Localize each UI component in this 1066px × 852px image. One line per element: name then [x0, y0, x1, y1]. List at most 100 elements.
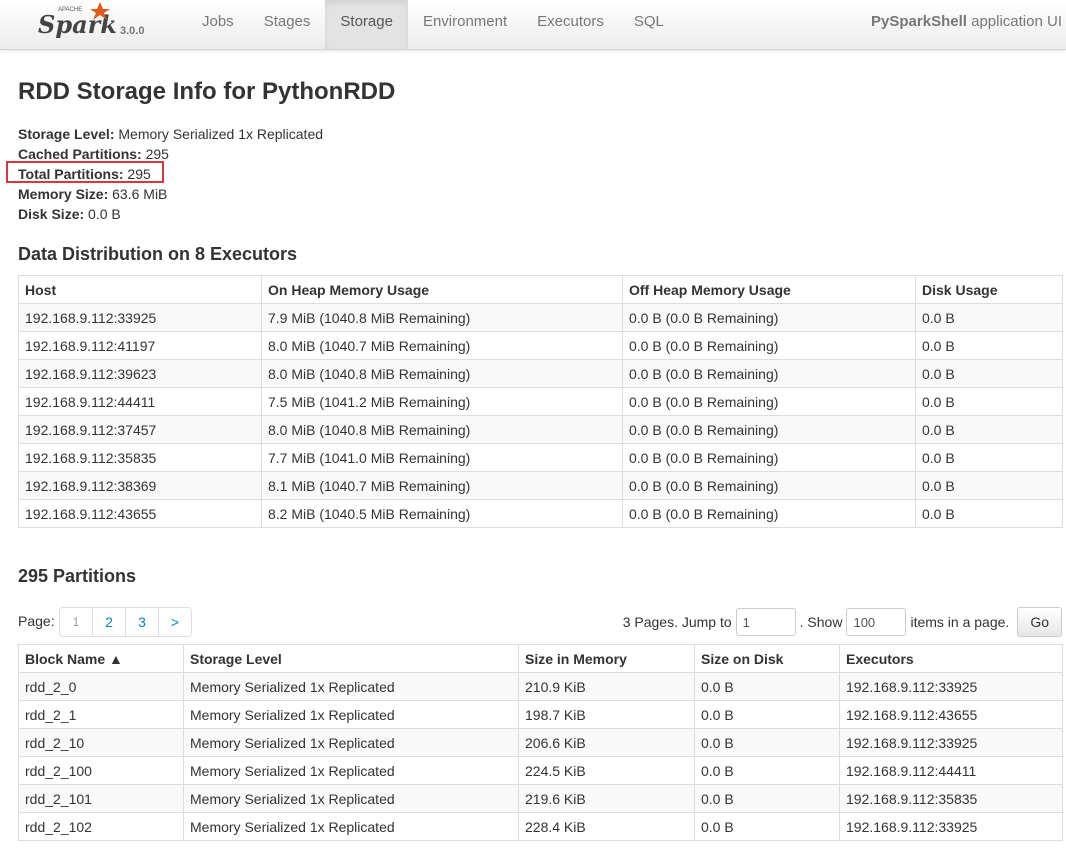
- cell-size-in-memory: 210.9 KiB: [518, 672, 695, 701]
- cell-host: 192.168.9.112:44411: [18, 387, 262, 416]
- cell-size-on-disk: 0.0 B: [694, 700, 840, 729]
- cell-disk-usage: 0.0 B: [915, 443, 1063, 472]
- cell-off-heap: 0.0 B (0.0 B Remaining): [622, 331, 916, 360]
- table-row: rdd_2_1 Memory Serialized 1x Replicated 19…: [18, 700, 1063, 729]
- col-host[interactable]: Host: [18, 275, 262, 304]
- cell-off-heap: 0.0 B (0.0 B Remaining): [622, 443, 916, 472]
- col-on-heap[interactable]: On Heap Memory Usage: [261, 275, 623, 304]
- cell-disk-usage: 0.0 B: [915, 415, 1063, 444]
- cell-block-name: rdd_2_102: [18, 812, 184, 841]
- spark-logo[interactable]: APACHE Spark 3.0.0: [36, 0, 156, 48]
- distribution-body: 192.168.9.112:33925 7.9 MiB (1040.8 MiB R…: [18, 303, 1063, 528]
- cell-disk-usage: 0.0 B: [915, 359, 1063, 388]
- summary-label: Storage Level:: [18, 126, 115, 142]
- cell-block-name: rdd_2_0: [18, 672, 184, 701]
- cell-host: 192.168.9.112:43655: [18, 499, 262, 528]
- cell-storage-level: Memory Serialized 1x Replicated: [183, 784, 519, 813]
- summary-storage-level: Storage Level: Memory Serialized 1x Repl…: [18, 126, 323, 146]
- cell-off-heap: 0.0 B (0.0 B Remaining): [622, 471, 916, 500]
- cell-executors: 192.168.9.112:33925: [839, 812, 1063, 841]
- highlight-box: [6, 161, 164, 183]
- summary-label: Disk Size:: [18, 206, 85, 222]
- cell-off-heap: 0.0 B (0.0 B Remaining): [622, 387, 916, 416]
- cell-storage-level: Memory Serialized 1x Replicated: [183, 700, 519, 729]
- col-off-heap[interactable]: Off Heap Memory Usage: [622, 275, 916, 304]
- cell-on-heap: 8.1 MiB (1040.7 MiB Remaining): [261, 471, 623, 500]
- cell-on-heap: 8.0 MiB (1040.8 MiB Remaining): [261, 415, 623, 444]
- cell-disk-usage: 0.0 B: [915, 387, 1063, 416]
- cell-block-name: rdd_2_100: [18, 756, 184, 785]
- tab-stages[interactable]: Stages: [249, 0, 326, 49]
- pages-text: 3 Pages. Jump to: [622, 614, 732, 630]
- cell-storage-level: Memory Serialized 1x Replicated: [183, 756, 519, 785]
- tab-jobs[interactable]: Jobs: [187, 0, 249, 49]
- cell-size-on-disk: 0.0 B: [694, 812, 840, 841]
- col-storage-level[interactable]: Storage Level: [183, 644, 519, 673]
- cell-host: 192.168.9.112:33925: [18, 303, 262, 332]
- page-title: RDD Storage Info for PythonRDD: [18, 78, 396, 105]
- col-size-in-memory[interactable]: Size in Memory: [518, 644, 695, 673]
- col-block-name[interactable]: Block Name ▲: [18, 644, 184, 673]
- cell-host: 192.168.9.112:38369: [18, 471, 262, 500]
- table-row: 192.168.9.112:41197 8.0 MiB (1040.7 MiB R…: [18, 331, 1063, 360]
- items-text: items in a page.: [910, 614, 1010, 630]
- cell-off-heap: 0.0 B (0.0 B Remaining): [622, 303, 916, 332]
- tab-executors[interactable]: Executors: [522, 0, 619, 49]
- cell-size-on-disk: 0.0 B: [694, 784, 840, 813]
- col-disk-usage[interactable]: Disk Usage: [915, 275, 1063, 304]
- cell-on-heap: 7.5 MiB (1041.2 MiB Remaining): [261, 387, 623, 416]
- page-1-button[interactable]: 1: [60, 608, 93, 636]
- cell-on-heap: 8.0 MiB (1040.8 MiB Remaining): [261, 359, 623, 388]
- page-3-button[interactable]: 3: [126, 608, 159, 636]
- page-2-button[interactable]: 2: [93, 608, 126, 636]
- cell-off-heap: 0.0 B (0.0 B Remaining): [622, 359, 916, 388]
- table-row: 192.168.9.112:44411 7.5 MiB (1041.2 MiB R…: [18, 387, 1063, 416]
- cell-on-heap: 8.0 MiB (1040.7 MiB Remaining): [261, 331, 623, 360]
- cell-disk-usage: 0.0 B: [915, 303, 1063, 332]
- cell-on-heap: 7.9 MiB (1040.8 MiB Remaining): [261, 303, 623, 332]
- partitions-table: Block Name ▲ Storage Level Size in Memor…: [18, 644, 1063, 841]
- cell-host: 192.168.9.112:37457: [18, 415, 262, 444]
- table-row: rdd_2_10 Memory Serialized 1x Replicated 2…: [18, 728, 1063, 757]
- partitions-body: rdd_2_0 Memory Serialized 1x Replicated 21…: [18, 672, 1063, 841]
- app-name: PySparkShell: [871, 13, 967, 30]
- next-page-button[interactable]: >: [159, 608, 191, 636]
- top-navbar: APACHE Spark 3.0.0 Jobs Stages Storage E…: [0, 0, 1066, 50]
- cell-block-name: rdd_2_1: [18, 700, 184, 729]
- table-row: rdd_2_100 Memory Serialized 1x Replicated…: [18, 756, 1063, 785]
- summary-memory-size: Memory Size: 63.6 MiB: [18, 186, 323, 206]
- cell-executors: 192.168.9.112:44411: [839, 756, 1063, 785]
- app-title: PySparkShell application UI: [871, 13, 1062, 30]
- cell-executors: 192.168.9.112:35835: [839, 784, 1063, 813]
- page-jump-bar: 3 Pages. Jump to . Show items in a page.…: [619, 607, 1062, 637]
- table-row: rdd_2_101 Memory Serialized 1x Replicated…: [18, 784, 1063, 813]
- page-label: Page:: [18, 613, 55, 629]
- jump-page-input[interactable]: [735, 608, 796, 636]
- spark-version: 3.0.0: [120, 25, 145, 37]
- distribution-table: Host On Heap Memory Usage Off Heap Memor…: [18, 275, 1063, 528]
- spark-logo-icon: APACHE Spark: [38, 2, 116, 39]
- pagination: 1 2 3 >: [59, 607, 192, 637]
- summary-value: 295: [145, 146, 169, 162]
- col-size-on-disk[interactable]: Size on Disk: [694, 644, 840, 673]
- col-executors[interactable]: Executors: [839, 644, 1063, 673]
- cell-on-heap: 8.2 MiB (1040.5 MiB Remaining): [261, 499, 623, 528]
- table-row: 192.168.9.112:43655 8.2 MiB (1040.5 MiB R…: [18, 499, 1063, 528]
- page-size-input[interactable]: [846, 608, 907, 636]
- show-text: . Show: [799, 614, 843, 630]
- table-header-row: Block Name ▲ Storage Level Size in Memor…: [18, 644, 1063, 673]
- tab-environment[interactable]: Environment: [408, 0, 522, 49]
- cell-executors: 192.168.9.112:33925: [839, 728, 1063, 757]
- summary-value: Memory Serialized 1x Replicated: [118, 126, 324, 142]
- cell-on-heap: 7.7 MiB (1041.0 MiB Remaining): [261, 443, 623, 472]
- table-row: rdd_2_0 Memory Serialized 1x Replicated 21…: [18, 672, 1063, 701]
- cell-off-heap: 0.0 B (0.0 B Remaining): [622, 415, 916, 444]
- cell-host: 192.168.9.112:39623: [18, 359, 262, 388]
- go-button[interactable]: Go: [1017, 607, 1062, 637]
- table-header-row: Host On Heap Memory Usage Off Heap Memor…: [18, 275, 1063, 304]
- table-row: 192.168.9.112:37457 8.0 MiB (1040.8 MiB R…: [18, 415, 1063, 444]
- cell-size-on-disk: 0.0 B: [694, 728, 840, 757]
- summary-value: 63.6 MiB: [112, 186, 168, 202]
- tab-storage[interactable]: Storage: [325, 0, 408, 49]
- tab-sql[interactable]: SQL: [619, 0, 679, 49]
